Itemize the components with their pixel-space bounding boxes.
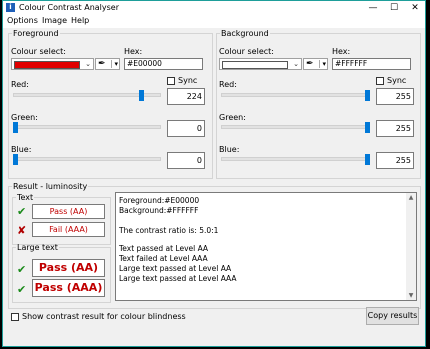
window-title: Colour Contrast Analyser [19,3,120,12]
eyedropper-icon: ✒ [98,59,106,69]
menu-bar: Options Image Help [3,15,425,28]
text-legend: Text [17,193,34,202]
text-pass-aa-box: Pass (AA) [32,204,105,219]
bg-eyedropper-button[interactable]: ✒ ▾ [303,58,328,70]
bg-red-slider[interactable] [221,93,370,97]
report-line: Text passed at Level AA [119,244,209,253]
fg-sync-label: Sync [178,76,198,85]
fg-colour-select[interactable]: ⌄ [11,58,94,70]
colour-blindness-label[interactable]: Show contrast result for colour blindnes… [22,312,186,321]
fg-green-slider[interactable] [13,125,161,129]
fg-red-label: Red: [11,80,29,89]
text-fail-aaa-box: Fail (AAA) [32,222,105,237]
fg-colour-swatch [14,61,80,69]
chevron-down-icon: ⌄ [85,60,91,68]
fg-hex-label: Hex: [124,47,143,56]
bg-sync-label: Sync [387,76,407,85]
fg-eyedropper-button[interactable]: ✒ ▾ [95,58,120,70]
bg-green-label: Green: [219,113,246,122]
results-report-textarea[interactable]: Foreground:#E00000 Background:#FFFFFF Th… [115,192,417,301]
menu-image[interactable]: Image [42,16,67,25]
bg-colour-select-label: Colour select: [219,47,274,56]
app-icon: i [6,3,15,12]
scroll-up-icon[interactable]: ▲ [406,193,416,202]
minimize-icon[interactable]: — [363,1,383,15]
bg-sync-checkbox[interactable] [376,77,384,85]
fg-blue-value[interactable]: 0 [167,152,205,169]
foreground-legend: Foreground [13,29,59,38]
bg-colour-select[interactable]: ⌄ [219,58,302,70]
bg-colour-swatch [222,61,288,69]
picker-separator [111,60,112,68]
bg-red-slider-thumb[interactable] [365,90,370,101]
large-text-legend: Large text [17,243,58,252]
fg-sync-checkbox[interactable] [167,77,175,85]
report-line: Large text passed at Level AA [119,264,232,273]
pass-check-icon: ✔ [17,263,27,276]
bg-green-value[interactable]: 255 [376,120,414,137]
bg-green-slider-thumb[interactable] [365,122,370,133]
copy-results-button[interactable]: Copy results [366,307,419,325]
background-legend: Background [221,29,269,38]
fg-green-label: Green: [11,113,38,122]
fg-blue-slider-thumb[interactable] [13,154,18,165]
bg-red-value[interactable]: 255 [376,88,414,105]
fg-hex-input[interactable]: #E00000 [124,58,203,70]
chevron-down-icon: ⌄ [293,60,299,68]
bg-red-label: Red: [219,80,237,89]
picker-separator [319,60,320,68]
fg-blue-slider[interactable] [13,157,161,161]
app-window: i Colour Contrast Analyser — ☐ ✕ Options… [2,0,426,347]
report-line: Text failed at Level AAA [119,254,208,263]
chevron-down-icon: ▾ [114,60,118,68]
colour-blindness-checkbox[interactable] [11,313,19,321]
close-icon[interactable]: ✕ [405,1,425,15]
result-legend: Result - luminosity [13,182,88,191]
maximize-icon[interactable]: ☐ [384,1,404,15]
report-line: Large text passed at Level AAA [119,274,237,283]
fg-green-slider-thumb[interactable] [13,122,18,133]
bg-blue-value[interactable]: 255 [376,152,414,169]
fg-red-value[interactable]: 224 [167,88,205,105]
bg-green-slider[interactable] [221,125,370,129]
large-pass-aaa-box: Pass (AAA) [32,279,105,297]
fg-blue-label: Blue: [11,145,32,154]
title-bar: i Colour Contrast Analyser — ☐ ✕ [3,1,425,15]
bg-blue-slider-thumb[interactable] [365,154,370,165]
report-line: Background:#FFFFFF [119,206,199,215]
report-scrollbar[interactable]: ▲ ▼ [406,193,416,300]
fg-colour-select-label: Colour select: [11,47,66,56]
bg-blue-slider[interactable] [221,157,370,161]
chevron-down-icon: ▾ [322,60,326,68]
bg-blue-label: Blue: [219,145,240,154]
scroll-down-icon[interactable]: ▼ [406,291,416,300]
menu-help[interactable]: Help [71,16,89,25]
pass-check-icon: ✔ [17,205,27,218]
fg-red-slider-thumb[interactable] [138,90,144,101]
bg-hex-label: Hex: [332,47,351,56]
bg-hex-input[interactable]: #FFFFFF [332,58,411,70]
menu-options[interactable]: Options [7,16,38,25]
fg-green-value[interactable]: 0 [167,120,205,137]
text-result-group: Text [12,193,111,245]
report-line: Foreground:#E00000 [119,196,200,205]
report-line: The contrast ratio is: 5.0:1 [119,226,219,235]
eyedropper-icon: ✒ [306,59,314,69]
large-pass-aa-box: Pass (AA) [32,259,105,277]
pass-check-icon: ✔ [17,283,27,296]
fail-cross-icon: ✘ [17,224,27,237]
